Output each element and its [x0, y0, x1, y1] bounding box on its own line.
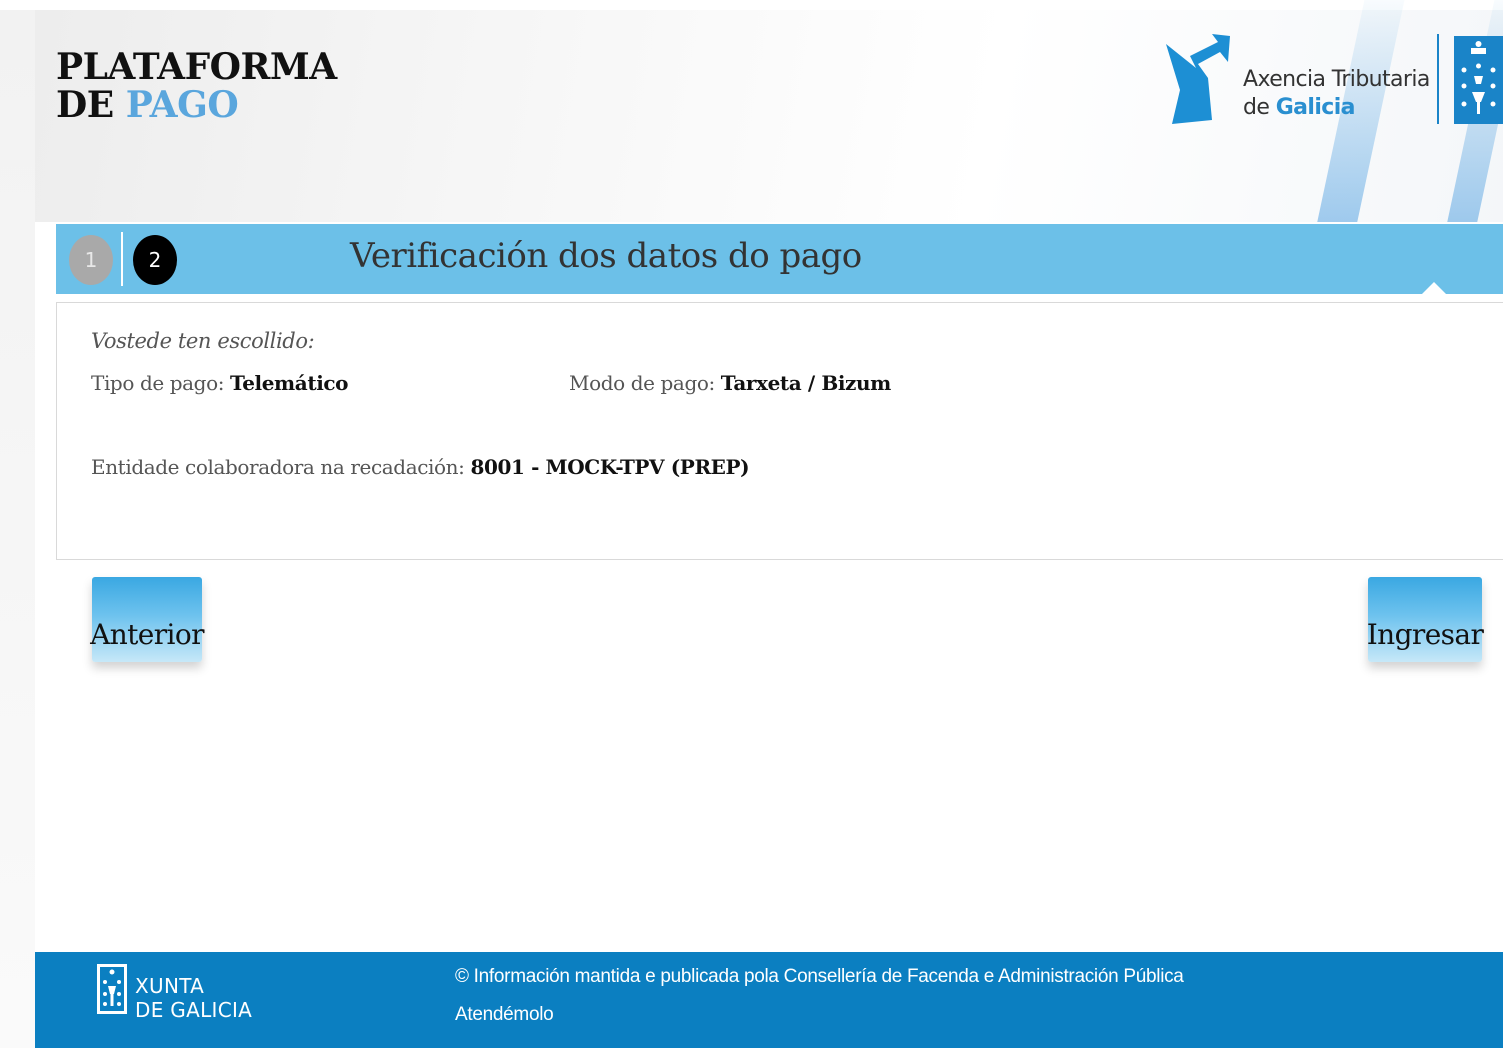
payment-type-value: Telemático: [230, 371, 349, 395]
payment-mode-label: Modo de pago:: [569, 371, 721, 395]
page-title: Verificación dos datos do pago: [350, 236, 862, 276]
payment-type-field: Tipo de pago: Telemático: [91, 371, 349, 395]
previous-button[interactable]: Anterior: [90, 577, 205, 662]
xunta-name-line-1: XUNTA: [135, 974, 205, 998]
contact-link[interactable]: Atendémolo: [455, 1004, 554, 1026]
xunta-shield-icon: [97, 964, 127, 1014]
xunta-logo: XUNTA DE GALICIA: [97, 964, 267, 1022]
payment-mode-field: Modo de pago: Tarxeta / Bizum: [569, 371, 891, 395]
brand-line-2: DE PAGO: [56, 84, 239, 126]
step-divider: [121, 232, 123, 286]
agency-name-line-1: Axencia Tributaria: [1243, 67, 1430, 92]
collecting-entity-label: Entidade colaboradora na recadación:: [91, 455, 471, 479]
chosen-label: Vostede ten escollido:: [91, 329, 315, 353]
step-notch: [1422, 282, 1446, 294]
logo-separator: [1437, 34, 1439, 124]
footer-info-text: © Información mantida e publicada pola C…: [455, 966, 1184, 987]
xunta-name-line-2: DE GALICIA: [135, 998, 253, 1022]
xunta-name: XUNTA DE GALICIA: [135, 974, 252, 1022]
agency-name-line-2: de Galicia: [1243, 95, 1356, 120]
agency-name: Axencia Tributaria de Galicia: [1243, 66, 1430, 122]
collecting-entity-field: Entidade colaboradora na recadación: 800…: [91, 455, 750, 479]
agency-logo: Axencia Tributaria de Galicia: [1160, 34, 1503, 126]
atg-arrow-icon: [1166, 34, 1230, 124]
submit-payment-button[interactable]: Ingresar: [1367, 577, 1484, 662]
payment-type-label: Tipo de pago:: [91, 371, 230, 395]
step-2-indicator: 2: [133, 235, 177, 285]
collecting-entity-value: 8001 - MOCK-TPV (PREP): [470, 455, 750, 479]
step-bar: 1 2 Verificación dos datos do pago: [56, 224, 1503, 294]
platform-logo: PLATAFORMA DE PAGO: [56, 48, 337, 124]
payment-summary: Vostede ten escollido: Tipo de pago: Tel…: [56, 302, 1503, 560]
step-1-indicator: 1: [69, 235, 113, 285]
brand-line-1: PLATAFORMA: [56, 46, 337, 88]
footer: XUNTA DE GALICIA © Información mantida e…: [35, 952, 1503, 1048]
galicia-coat-of-arms-icon: [1454, 36, 1503, 124]
payment-mode-value: Tarxeta / Bizum: [720, 371, 892, 395]
